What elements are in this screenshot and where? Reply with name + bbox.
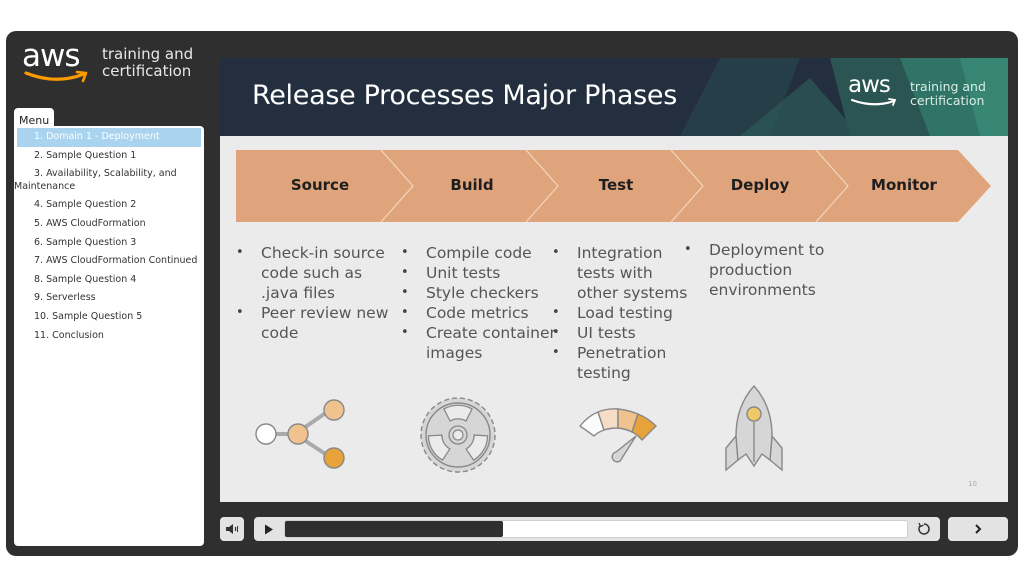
replay-icon — [918, 522, 930, 535]
bullet-line: Peer review new — [261, 304, 389, 322]
aws-logo-word: aws — [22, 38, 81, 74]
phase-label-deploy: Deploy — [730, 176, 790, 194]
source-bullets: Check-in source code such as .java files… — [236, 243, 388, 343]
tagline-line-2: certification — [102, 62, 192, 80]
deploy-bullets: Deployment to production environments — [684, 240, 824, 300]
bullet-item: Unit tests — [401, 263, 556, 283]
bullet-line: code such as — [261, 264, 363, 282]
play-button[interactable] — [254, 517, 284, 541]
bullet-line: images — [426, 344, 483, 362]
slide-title: Release Processes Major Phases — [252, 80, 677, 111]
bullet-item: Check-in source code such as .java files — [236, 243, 388, 303]
tagline-line-1: training and — [102, 45, 194, 63]
brand-tagline: training and certification — [102, 46, 193, 80]
bullet-line: Compile code — [426, 244, 532, 262]
bullet-line: Unit tests — [426, 264, 501, 282]
bullet-line: testing — [577, 364, 631, 382]
menu-item-aws-cloudformation[interactable]: 5. AWS CloudFormation — [14, 215, 204, 234]
menu-sidebar: 1. Domain 1 - Deployment 2. Sample Quest… — [14, 126, 204, 546]
player-controls — [220, 517, 1008, 543]
bullet-line: production — [709, 261, 793, 279]
slide-canvas: Release Processes Major Phases aws train… — [220, 58, 1008, 502]
bullet-line: Style checkers — [426, 284, 539, 302]
bullet-line: Load testing — [577, 304, 673, 322]
bullet-item: Create container images — [401, 323, 556, 363]
bullet-line: tests with — [577, 264, 653, 282]
seek-bar-progress — [285, 521, 503, 537]
menu-item-sample-question-1[interactable]: 2. Sample Question 1 — [14, 147, 204, 166]
phase-label-build: Build — [450, 176, 494, 194]
speaker-icon — [226, 524, 238, 534]
aws-smile-icon — [24, 70, 88, 83]
menu-item-sample-question-4[interactable]: 8. Sample Question 4 — [14, 271, 204, 290]
source-branch-icon — [255, 399, 345, 469]
bullet-line: other systems — [577, 284, 688, 302]
bullet-item: Compile code — [401, 243, 556, 263]
menu-item-label-continuation: Maintenance — [14, 180, 76, 192]
menu-item-conclusion[interactable]: 11. Conclusion — [14, 327, 204, 346]
play-icon — [265, 524, 273, 534]
bullet-item: Penetration testing — [552, 343, 687, 383]
header-tagline-line-2: certification — [910, 93, 985, 108]
next-slide-button[interactable] — [948, 517, 1008, 541]
bullet-line: Create container — [426, 324, 556, 342]
header-tagline: training and certification — [910, 80, 986, 108]
phase-label-test: Test — [598, 176, 634, 194]
menu-item-serverless[interactable]: 9. Serverless — [14, 289, 204, 308]
menu-item-label: 3. Availability, Scalability, and — [34, 168, 177, 180]
chevron-right-icon — [975, 524, 982, 534]
bullet-line: Integration — [577, 244, 663, 262]
header-logo-word: aws — [848, 72, 891, 98]
test-bullets: Integration tests with other systems Loa… — [552, 243, 687, 383]
header-tagline-line-1: training and — [910, 79, 986, 94]
phase-label-source: Source — [290, 176, 350, 194]
slide-number: 10 — [968, 480, 977, 488]
bullet-item: Style checkers — [401, 283, 556, 303]
menu-item-sample-question-5[interactable]: 10. Sample Question 5 — [14, 308, 204, 327]
rocket-icon — [725, 384, 783, 472]
bullet-item: Peer review new code — [236, 303, 388, 343]
bullet-item: Code metrics — [401, 303, 556, 323]
aws-training-logo: aws training and certification — [22, 38, 202, 94]
bullet-item: Deployment to production environments — [684, 240, 824, 300]
gauge-icon — [578, 408, 657, 463]
phase-label-monitor: Monitor — [871, 176, 937, 194]
menu-item-cloudformation-continued[interactable]: 7. AWS CloudFormation Continued — [14, 252, 204, 271]
build-bullets: Compile code Unit tests Style checkers C… — [401, 243, 556, 363]
bullet-line: environments — [709, 281, 816, 299]
volume-button[interactable] — [220, 517, 244, 541]
bullet-item: Load testing — [552, 303, 687, 323]
menu-item-availability-scalability[interactable]: 3. Availability, Scalability, and Mainte… — [14, 165, 204, 196]
bullet-item: UI tests — [552, 323, 687, 343]
bullet-item: Integration tests with other systems — [552, 243, 687, 303]
menu-item-sample-question-3[interactable]: 6. Sample Question 3 — [14, 234, 204, 253]
bullet-line: Penetration — [577, 344, 667, 362]
bullet-line: .java files — [261, 284, 336, 302]
bullet-line: Check-in source — [261, 244, 385, 262]
bullet-line: code — [261, 324, 299, 342]
header-smile-icon — [850, 98, 897, 106]
seek-bar[interactable] — [284, 520, 908, 538]
menu-item-domain-1-deployment[interactable]: 1. Domain 1 - Deployment — [17, 128, 201, 147]
menu-item-sample-question-2[interactable]: 4. Sample Question 2 — [14, 196, 204, 215]
bullet-line: UI tests — [577, 324, 636, 342]
slide-header: Release Processes Major Phases aws train… — [220, 58, 1008, 136]
replay-button[interactable] — [912, 517, 936, 541]
bullet-line: Code metrics — [426, 304, 529, 322]
bullet-line: Deployment to — [709, 241, 825, 259]
gear-icon — [420, 397, 496, 473]
